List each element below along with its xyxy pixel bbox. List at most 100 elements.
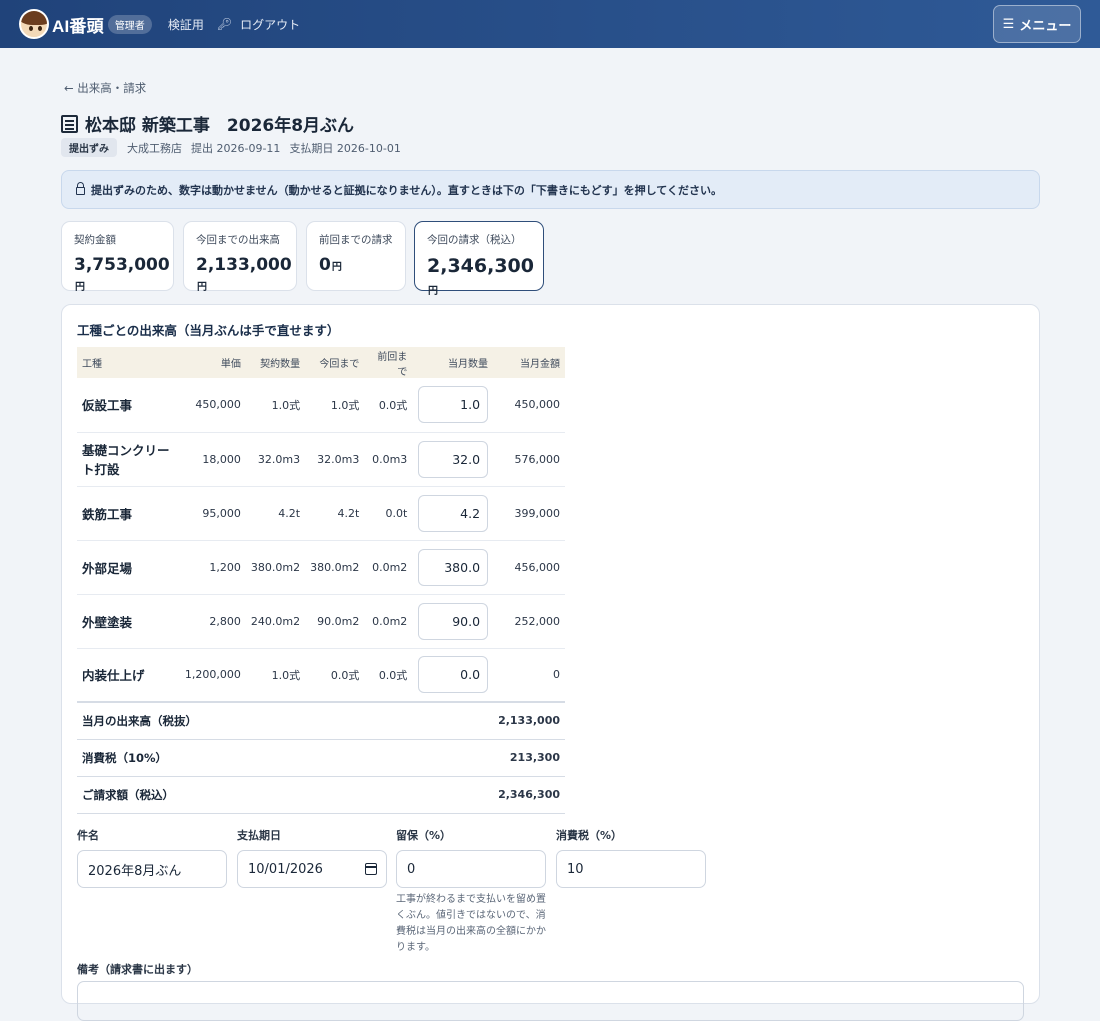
work-item-name: 内装仕上げ: [77, 648, 180, 703]
role-badge: 管理者: [107, 14, 152, 34]
month-amount: 399,000: [493, 486, 565, 541]
contract-qty: 380.0m2: [245, 540, 306, 595]
contract-qty: 4.2t: [245, 486, 306, 541]
avatar: [19, 9, 49, 39]
table-row: 基礎コンクリート打設 18,000 32.0m3 32.0m3 0.0m3 57…: [77, 432, 565, 487]
menu-button-label: メニュー: [1019, 18, 1072, 34]
due-date-field: 支払期日 10/01/2026: [237, 827, 387, 888]
qty-to-date: 32.0m3: [305, 432, 365, 487]
summary-label: 当月の出来高（税抜）: [77, 701, 494, 740]
column-header: 当月金額: [493, 347, 565, 378]
summary-row-total: ご請求額（税込） 2,346,300: [77, 776, 565, 814]
summary-row-tax: 消費税（10%） 213,300: [77, 739, 565, 777]
qty-previous: 0.0式: [364, 378, 413, 433]
table-header-row: 工種 単価 契約数量 今回まで 前回まで 当月数量 当月金額: [77, 347, 565, 378]
stat-label: 今回の請求（税込）: [427, 234, 522, 246]
summary-row-subtotal: 当月の出来高（税抜） 2,133,000: [77, 701, 565, 740]
stat-value: 3,753,000円: [74, 255, 170, 293]
unit-price: 2,800: [179, 594, 246, 649]
unit-price: 18,000: [179, 432, 246, 487]
column-header: 工種: [77, 347, 180, 378]
work-items-table: 工種 単価 契約数量 今回まで 前回まで 当月数量 当月金額 仮設工事 450,…: [77, 347, 565, 814]
month-qty-input[interactable]: [418, 656, 489, 694]
work-table-title: 工種ごとの出来高（当月ぶんは手で直せます）: [77, 323, 340, 338]
column-header: 今回まで: [305, 347, 365, 378]
stat-label: 前回までの請求: [319, 234, 393, 246]
menu-button[interactable]: ☰ メニュー: [993, 5, 1081, 43]
remarks-textarea[interactable]: [77, 981, 1024, 1021]
column-header: 前回まで: [364, 347, 413, 378]
month-qty-input[interactable]: [418, 494, 489, 532]
title-row: 松本邸 新築工事 2026年8月ぶん: [61, 111, 354, 136]
summary-value: 213,300: [493, 739, 565, 777]
column-header: 単価: [179, 347, 246, 378]
work-item-name: 仮設工事: [77, 378, 180, 433]
due-date-label: 支払期日: [237, 829, 281, 842]
stat-current-billing: 今回の請求（税込） 2,346,300円: [414, 221, 544, 297]
work-panel: 工種ごとの出来高（当月ぶんは手で直せます） 工種 単価 契約数量 今回まで 前回…: [61, 304, 1040, 1021]
retention-label: 留保（%）: [396, 829, 452, 842]
contract-qty: 1.0式: [245, 378, 306, 433]
month-amount: 456,000: [493, 540, 565, 595]
remarks-label: 備考（請求書に出ます）: [77, 963, 198, 976]
qty-previous: 0.0m2: [364, 540, 413, 595]
subject-input[interactable]: 2026年8月ぶん: [77, 850, 227, 888]
calendar-icon[interactable]: [365, 863, 377, 875]
unit-price: 95,000: [179, 486, 246, 541]
tax-input[interactable]: 10: [556, 850, 706, 888]
work-item-name: 外部足場: [77, 540, 180, 595]
retention-hint: 工事が終わるまで支払いを留め置くぶん。値引きではないので、消費税は当月の出来高の…: [396, 894, 546, 953]
tax-field: 消費税（%） 10: [556, 827, 706, 888]
summary-label: ご請求額（税込）: [77, 776, 494, 814]
stat-value: 2,346,300円: [427, 255, 534, 297]
month-amount: 576,000: [493, 432, 565, 487]
stat-progress-to-date: 今回までの出来高 2,133,000円: [183, 221, 297, 293]
month-qty-input[interactable]: [418, 440, 489, 478]
nav-link-verify[interactable]: 検証用: [168, 16, 204, 33]
stat-label: 契約金額: [74, 234, 116, 246]
month-amount: 252,000: [493, 594, 565, 649]
locked-notice: 提出ずみのため、数字は動かせません（動かせると証拠になりません）。直すときは下の…: [61, 170, 1040, 209]
status-badge: 提出ずみ: [61, 138, 117, 157]
column-header: 当月数量: [412, 347, 494, 378]
contractor-name: 大成工務店: [127, 141, 182, 155]
nav-link-logout[interactable]: ログアウト: [240, 16, 300, 33]
table-row: 内装仕上げ 1,200,000 1.0式 0.0式 0.0式 0: [77, 648, 565, 703]
invoice-icon: [61, 114, 78, 133]
qty-previous: 0.0t: [364, 486, 413, 541]
contract-qty: 32.0m3: [245, 432, 306, 487]
qty-to-date: 0.0式: [305, 648, 365, 703]
contract-qty: 1.0式: [245, 648, 306, 703]
contract-qty: 240.0m2: [245, 594, 306, 649]
subject-field: 件名 2026年8月ぶん: [77, 827, 227, 888]
qty-to-date: 90.0m2: [305, 594, 365, 649]
month-qty-input[interactable]: [418, 386, 489, 424]
summary-value: 2,133,000: [493, 701, 565, 740]
stat-label: 今回までの出来高: [196, 234, 280, 246]
qty-previous: 0.0m2: [364, 594, 413, 649]
submitted-date: 提出 2026-09-11: [191, 141, 281, 155]
summary-label: 消費税（10%）: [77, 739, 494, 777]
table-row: 外壁塗装 2,800 240.0m2 90.0m2 0.0m2 252,000: [77, 594, 565, 649]
month-qty-cell: [412, 432, 494, 487]
table-row: 鉄筋工事 95,000 4.2t 4.2t 0.0t 399,000: [77, 486, 565, 541]
month-qty-cell: [412, 540, 494, 595]
qty-previous: 0.0式: [364, 648, 413, 703]
brand-logo[interactable]: AI番頭: [52, 12, 104, 37]
key-icon: 🔑︎: [216, 17, 233, 31]
retention-field: 留保（%） 0 工事が終わるまで支払いを留め置くぶん。値引きではないので、消費税…: [396, 827, 546, 956]
month-qty-input[interactable]: [418, 548, 489, 586]
lock-icon: [76, 182, 85, 195]
unit-price: 1,200,000: [179, 648, 246, 703]
due-date: 支払期日 2026-10-01: [289, 141, 401, 155]
tax-label: 消費税（%）: [556, 829, 623, 842]
meta-row: 提出ずみ 大成工務店 提出 2026-09-11 支払期日 2026-10-01: [61, 138, 410, 157]
stat-contract-amount: 契約金額 3,753,000円: [61, 221, 174, 293]
due-date-input[interactable]: 10/01/2026: [237, 850, 387, 888]
back-link[interactable]: ← 出来高・請求: [64, 80, 146, 96]
month-qty-cell: [412, 378, 494, 433]
qty-previous: 0.0m3: [364, 432, 413, 487]
work-item-name: 外壁塗装: [77, 594, 180, 649]
retention-input[interactable]: 0: [396, 850, 546, 888]
month-qty-input[interactable]: [418, 602, 489, 640]
